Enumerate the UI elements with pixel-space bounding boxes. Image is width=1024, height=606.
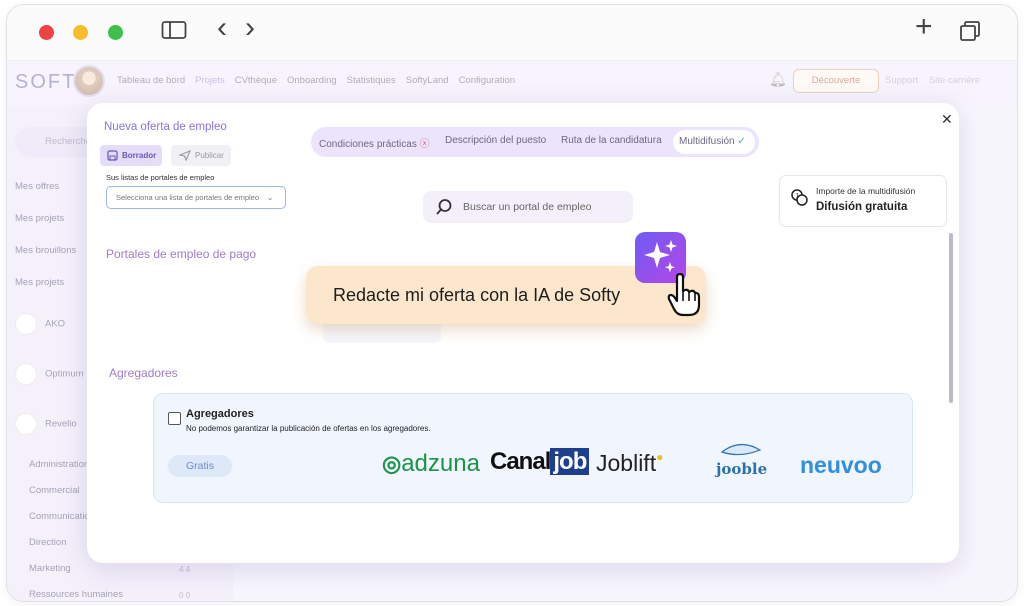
tab-ruta[interactable]: Ruta de la candidatura [561,135,662,146]
neuvoo-logo: neuvoo [800,452,882,478]
aggregators-title: Agregadores [109,366,178,380]
portal-lists-placeholder: Selecciona una lista de portales de empl… [116,193,260,202]
canaljob-logo: Canal job [490,448,590,476]
job-text: job [550,448,590,475]
close-icon[interactable]: ✕ [941,111,953,128]
multidifusion-cost-card: 1 Importe de la multidifusión Difusión g… [779,175,947,227]
publish-button[interactable]: Publicar [171,145,231,166]
aggregators-checkbox[interactable] [168,412,181,425]
adzuna-mark-icon: ◎ [382,451,402,476]
aggregators-card-title: Agregadores [186,408,254,420]
browser-chrome: ‹ › + [7,5,1017,61]
svg-text:1: 1 [796,193,800,200]
new-tab-icon[interactable]: + [915,12,933,42]
publish-label: Publicar [195,151,224,160]
error-circle-icon: ⓧ [419,139,430,150]
cost-value: Difusión gratuita [816,201,908,213]
sidebar-toggle-icon[interactable] [161,20,187,45]
send-icon [179,150,191,161]
modal-title: Nueva oferta de empleo [104,121,227,133]
check-circle-icon: ✓ [737,136,746,147]
tab-label: Condiciones prácticas [319,139,417,150]
joblift-dot-icon: ● [656,450,664,464]
joblift-logo: Joblift● [596,450,663,477]
jooble-logo: jooble [716,442,767,478]
draft-label: Borrador [122,151,157,160]
tab-condiciones[interactable]: Condiciones prácticas ⓧ [319,135,430,150]
adzuna-text: adzuna [401,450,480,477]
paid-portals-title: Portales de empleo de pago [106,247,257,261]
back-icon[interactable]: ‹ [217,13,227,43]
draft-button[interactable]: Borrador [100,145,162,166]
tab-label: Multidifusión [679,136,735,147]
gratis-badge: Gratis [168,455,232,477]
modal-tabs: Condiciones prácticas ⓧ Descripción del … [311,127,759,157]
browser-window: ‹ › + SOFTY Tableau de bord Projets CVth… [6,4,1018,602]
jooble-fish-icon [720,443,762,456]
close-window-button[interactable] [39,25,54,40]
aggregators-card: Agregadores No podemos garantizar la pub… [153,393,913,503]
portal-search-input[interactable]: Buscar un portal de empleo [423,191,633,223]
canal-text: Canal [490,448,551,475]
coins-icon: 1 [791,189,808,206]
tab-descripcion[interactable]: Descripción del puesto [445,135,546,146]
maximize-window-button[interactable] [108,25,123,40]
adzuna-logo: ◎adzuna [382,450,480,478]
new-job-offer-modal: Nueva oferta de empleo Borrador Publicar… [87,103,959,563]
jooble-text: jooble [716,460,768,478]
portal-search-placeholder: Buscar un portal de empleo [463,201,592,213]
scrollbar[interactable] [949,233,953,403]
tabs-overview-icon[interactable] [959,20,981,47]
portal-lists-select[interactable]: Selecciona una lista de portales de empl… [106,186,286,209]
chevron-down-icon: ⌄ [267,193,274,202]
save-icon [107,150,118,161]
cost-label: Importe de la multidifusión [816,186,916,196]
forward-icon[interactable]: › [245,13,255,43]
aggregators-note: No podemos garantizar la publicación de … [186,424,431,433]
joblift-text: Joblift [596,450,657,476]
search-icon [436,199,452,215]
portal-lists-label: Sus listas de portales de empleo [106,173,215,182]
minimize-window-button[interactable] [73,25,88,40]
tab-multidifusion[interactable]: Multidifusión ✓ [673,130,755,154]
pointer-hand-icon [667,272,701,322]
